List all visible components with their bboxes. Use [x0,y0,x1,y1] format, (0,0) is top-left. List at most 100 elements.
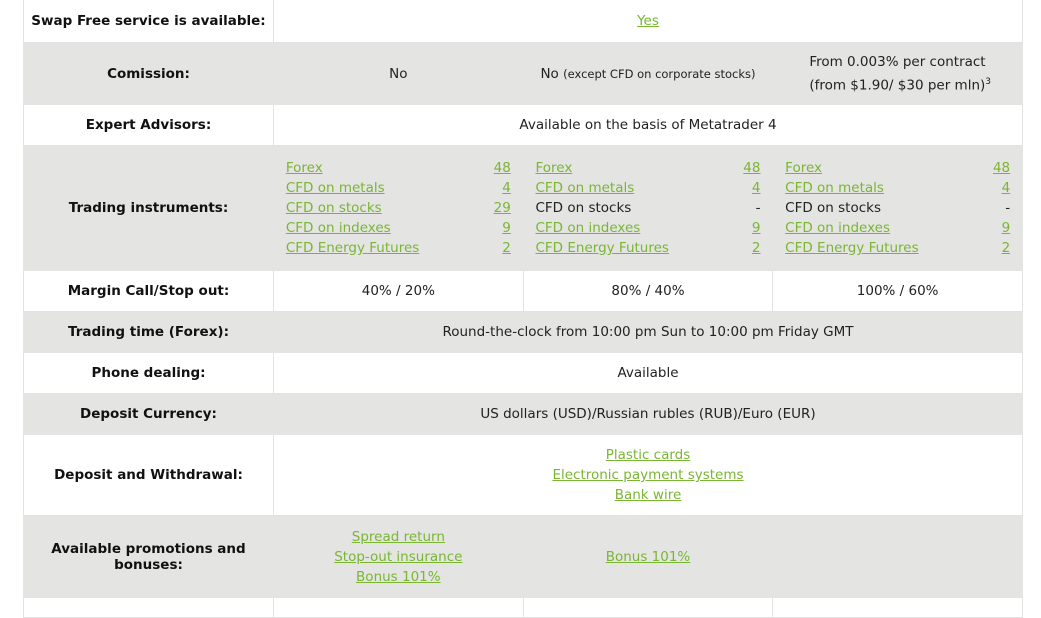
instrument-name-link[interactable]: CFD Energy Futures [286,238,419,258]
row-expert-advisors: Expert Advisors: Available on the basis … [23,104,1023,146]
instrument-count-link[interactable]: 48 [743,158,760,178]
instrument-row: CFD on stocks - [535,198,760,218]
swap-free-value: Yes [273,0,1023,43]
instrument-count-link[interactable]: 2 [752,238,761,258]
trading-time-value: Round-the-clock from 10:00 pm Sun to 10:… [273,311,1023,353]
promotions-col3 [772,515,1023,598]
instrument-row: CFD Energy Futures 2 [535,238,760,258]
deposit-withdrawal-value: Plastic cards Electronic payment systems… [273,434,1023,516]
deposit-currency-value: US dollars (USD)/Russian rubles (RUB)/Eu… [273,393,1023,435]
instrument-row: Forex 48 [535,158,760,178]
instrument-count-link[interactable]: 9 [752,218,761,238]
row-label: Expert Advisors: [23,104,274,146]
footnote-marker: 3 [985,76,992,87]
stop-out-insurance-link[interactable]: Stop-out insurance [334,549,462,565]
instrument-name-link[interactable]: CFD on indexes [785,218,890,238]
commission-col3-line1: From 0.003% per contract [809,53,986,70]
instrument-row: CFD on indexes 9 [535,218,760,238]
instrument-count-link[interactable]: 48 [494,158,511,178]
instrument-list: Forex 48 CFD on metals 4 CFD on stocks 29 CFD … [286,158,511,258]
row-swap-free: Swap Free service is available: Yes [23,0,1023,43]
row-trading-instruments: Trading instruments: Forex 48 CFD on metal… [23,145,1023,271]
swap-free-yes-link[interactable]: Yes [637,13,659,29]
electronic-payment-systems-link[interactable]: Electronic payment systems [552,467,743,483]
instrument-name-link[interactable]: CFD Energy Futures [785,238,918,258]
commission-col2-note: (except CFD on corporate stocks) [563,66,756,81]
row-label: Margin Call/Stop out: [23,270,274,312]
instrument-count: - [1005,200,1011,216]
commission-col2: No (except CFD on corporate stocks) [522,42,774,105]
instrument-count-link[interactable]: 48 [993,158,1010,178]
instrument-name: CFD on stocks [785,200,882,216]
promotions-col2: Bonus 101% [522,515,774,598]
instrument-row: CFD on metals 4 [535,178,760,198]
row-deposit-currency: Deposit Currency: US dollars (USD)/Russi… [23,393,1023,435]
row-label: Deposit Currency: [23,393,274,435]
instrument-name-link[interactable]: CFD on indexes [286,218,391,238]
instrument-name: CFD on stocks [535,200,632,216]
row-trading-time: Trading time (Forex): Round-the-clock fr… [23,311,1023,353]
instrument-name-link[interactable]: Forex [286,158,323,178]
instruments-col1: Forex 48 CFD on metals 4 CFD on stocks 29 CFD … [273,145,524,271]
instruments-col3: Forex 48 CFD on metals 4 CFD on stocks - CFD o… [772,145,1023,271]
spread-return-link[interactable]: Spread return [352,529,445,545]
margin-call-col2: 80% / 40% [522,270,774,312]
row-promotions: Available promotions and bonuses: Spread… [23,515,1023,598]
row-label: Comission: [23,42,274,105]
instrument-count-link[interactable]: 4 [752,178,761,198]
row-label: Available promotions and bonuses: [23,515,274,598]
instrument-count-link[interactable]: 4 [1002,178,1011,198]
row-margin-call: Margin Call/Stop out: 40% / 20% 80% / 40… [23,270,1023,312]
promotions-col1: Spread return Stop-out insurance Bonus 1… [273,515,524,598]
instrument-row: CFD on stocks 29 [286,198,511,218]
bonus-101-link[interactable]: Bonus 101% [356,569,441,585]
instrument-name-link[interactable]: CFD on indexes [535,218,640,238]
instrument-name-link[interactable]: CFD on metals [535,178,634,198]
row-deposit-withdrawal: Deposit and Withdrawal: Plastic cards El… [23,434,1023,516]
instrument-row: CFD Energy Futures 2 [785,238,1010,258]
commission-col2-main: No [540,65,559,82]
instrument-count-link[interactable]: 4 [502,178,511,198]
instrument-row: CFD Energy Futures 2 [286,238,511,258]
instrument-name-link[interactable]: Forex [535,158,572,178]
instrument-row: CFD on stocks - [785,198,1010,218]
commission-col3: From 0.003% per contract (from $1.90/ $3… [772,42,1023,105]
instrument-count-link[interactable]: 2 [502,238,511,258]
instrument-name-link[interactable]: CFD on metals [286,178,385,198]
instrument-row: Forex 48 [286,158,511,178]
row-label: Swap Free service is available: [23,0,274,43]
instrument-count-link[interactable]: 9 [1002,218,1011,238]
instrument-count-link[interactable]: 2 [1002,238,1011,258]
bonus-101-link[interactable]: Bonus 101% [606,549,691,565]
instrument-count-link[interactable]: 9 [502,218,511,238]
row-phone-dealing: Phone dealing: Available [23,352,1023,394]
phone-dealing-value: Available [273,352,1023,394]
instrument-count-link[interactable]: 29 [494,198,511,218]
margin-call-col3: 100% / 60% [772,270,1023,312]
instrument-count: - [755,200,761,216]
margin-call-col1: 40% / 20% [273,270,524,312]
commission-col1: No [273,42,524,105]
instrument-list: Forex 48 CFD on metals 4 CFD on stocks - CFD o… [535,158,760,258]
row-label: Deposit and Withdrawal: [23,434,274,516]
expert-advisors-value: Available on the basis of Metatrader 4 [273,104,1023,146]
instrument-row: CFD on indexes 9 [785,218,1010,238]
instrument-row: CFD on indexes 9 [286,218,511,238]
row-label: Trading instruments: [23,145,274,271]
row-label: Phone dealing: [23,352,274,394]
instrument-row: CFD on metals 4 [286,178,511,198]
instrument-name-link[interactable]: Forex [785,158,822,178]
instrument-name-link[interactable]: CFD Energy Futures [535,238,668,258]
row-commission: Comission: No No (except CFD on corporat… [23,42,1023,105]
instrument-row: CFD on metals 4 [785,178,1010,198]
account-comparison-table: Swap Free service is available: Yes Comi… [23,0,1023,618]
row-label: Trading time (Forex): [23,311,274,353]
commission-col3-line2: (from $1.90/ $30 per mln) [809,77,986,94]
instrument-list: Forex 48 CFD on metals 4 CFD on stocks - CFD o… [785,158,1010,258]
plastic-cards-link[interactable]: Plastic cards [606,447,691,463]
instrument-name-link[interactable]: CFD on metals [785,178,884,198]
instrument-name-link[interactable]: CFD on stocks [286,198,382,218]
row-next [23,597,1023,618]
instruments-col2: Forex 48 CFD on metals 4 CFD on stocks - CFD o… [522,145,774,271]
bank-wire-link[interactable]: Bank wire [615,487,682,503]
